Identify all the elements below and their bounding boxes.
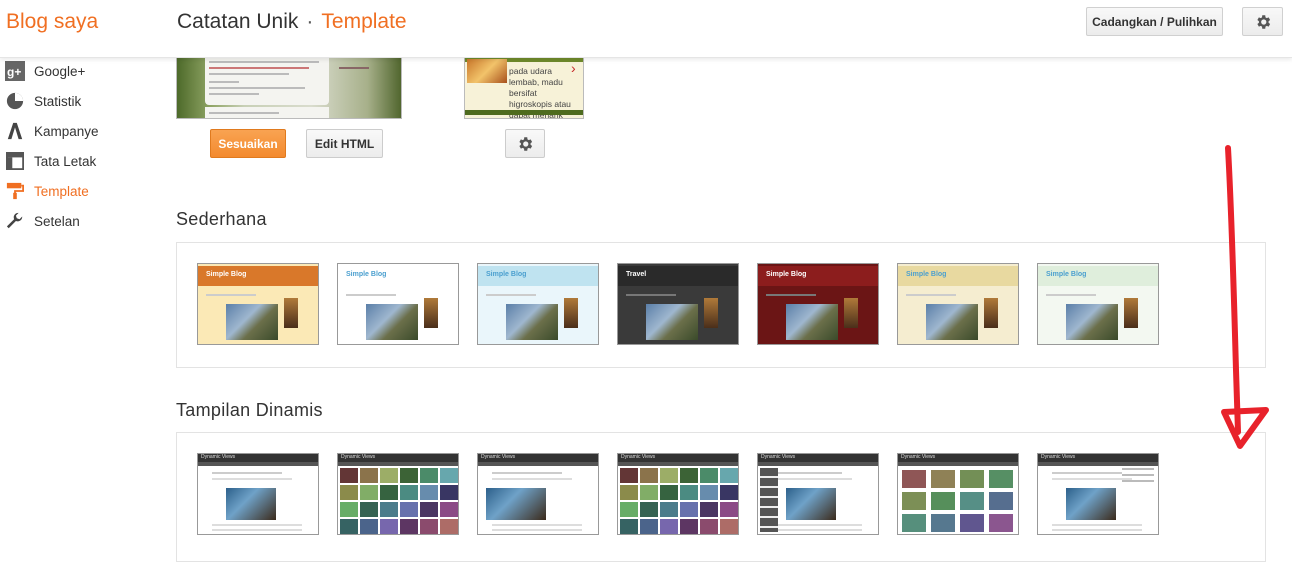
section-title-simple: Sederhana [176, 209, 267, 229]
desktop-template-preview[interactable] [176, 56, 402, 119]
thumb-title: Simple Blog [906, 271, 947, 278]
dynamic-template-thumb[interactable]: Dynamic Views [617, 453, 739, 535]
sidebar-item-template[interactable]: Template [5, 179, 89, 203]
sidebar-item-label: Google+ [34, 63, 86, 79]
thumb-sidebar-photo [984, 298, 998, 328]
paint-roller-icon [5, 181, 25, 201]
thumb-photo [786, 304, 838, 340]
dynamic-templates-panel: Dynamic Views Dynamic Views Dynamic Views D… [176, 432, 1266, 562]
dynamic-template-thumb[interactable]: Dynamic Views [477, 453, 599, 535]
gear-icon [519, 136, 533, 151]
breadcrumb-current: Template [321, 10, 407, 33]
sidebar-item-label: Template [34, 183, 89, 199]
thumb-title: Dynamic Views [761, 454, 796, 460]
thumb-title: Dynamic Views [481, 454, 516, 460]
breadcrumb-blog[interactable]: Catatan Unik [177, 10, 298, 33]
thumb-photo [486, 488, 546, 520]
breadcrumb: Catatan Unik · Template [177, 10, 407, 34]
breadcrumb-separator: · [306, 10, 314, 33]
wrench-icon [5, 211, 25, 231]
sidebar-item-label: Kampanye [34, 123, 99, 139]
sidebar-item-label: Statistik [34, 93, 82, 109]
red-arrow-annotation [1221, 145, 1269, 449]
thumb-title: Simple Blog [346, 271, 387, 278]
thumb-title: Simple Blog [766, 271, 807, 278]
sidebar-item-label: Tata Letak [34, 153, 97, 169]
thumb-title: Dynamic Views [1041, 454, 1076, 460]
simple-template-thumb[interactable]: Simple Blog [197, 263, 319, 345]
thumb-title: Dynamic Views [201, 454, 236, 460]
simple-template-thumb[interactable]: Simple Blog [337, 263, 459, 345]
dynamic-template-thumb[interactable]: Dynamic Views [337, 453, 459, 535]
dynamic-template-thumb[interactable]: Dynamic Views [1037, 453, 1159, 535]
layout-icon [5, 151, 25, 171]
svg-text:g+: g+ [7, 65, 21, 79]
thumb-photo [786, 488, 836, 520]
thumb-sidebar-photo [424, 298, 438, 328]
pie-chart-icon [5, 91, 25, 111]
thumb-photo [226, 304, 278, 340]
thumb-photo [506, 304, 558, 340]
google-plus-icon: g+ [5, 61, 25, 81]
edit-html-button[interactable]: Edit HTML [306, 129, 383, 158]
thumb-photo [366, 304, 418, 340]
thumb-sidebar-photo [284, 298, 298, 328]
simple-template-thumb[interactable]: Simple Blog [757, 263, 879, 345]
top-header: Blog saya Catatan Unik · Template Cadangka… [0, 0, 1292, 58]
simple-template-thumb[interactable]: Travel [617, 263, 739, 345]
sidebar-item-settings[interactable]: Setelan [5, 209, 80, 233]
thumb-title: Dynamic Views [901, 454, 936, 460]
chevron-right-icon: › [571, 60, 576, 76]
thumb-photo [646, 304, 698, 340]
thumb-sidebar-photo [1124, 298, 1138, 328]
mobile-settings-button[interactable] [505, 129, 545, 158]
thumb-title: Travel [626, 271, 647, 278]
customize-button[interactable]: Sesuaikan [210, 129, 286, 158]
adwords-icon [5, 121, 25, 141]
thumb-title: Dynamic Views [341, 454, 376, 460]
sidebar-item-layout[interactable]: Tata Letak [5, 149, 96, 173]
mobile-template-preview[interactable]: pada udara lembab, madu bersifat higrosk… [464, 56, 584, 119]
simple-templates-panel: Simple Blog Simple Blog Simple Blog Travel S… [176, 242, 1266, 368]
thumb-sidebar-photo [704, 298, 718, 328]
dynamic-template-thumb[interactable]: Dynamic Views [897, 453, 1019, 535]
thumb-sidebar-photo [844, 298, 858, 328]
thumb-photo [226, 488, 276, 520]
thumb-photo [926, 304, 978, 340]
thumb-title: Dynamic Views [621, 454, 656, 460]
sidebar-item-google-plus[interactable]: g+ Google+ [5, 59, 85, 83]
thumb-title: Simple Blog [486, 271, 527, 278]
sidebar-item-label: Setelan [34, 213, 80, 229]
simple-template-thumb[interactable]: Simple Blog [477, 263, 599, 345]
preview-post-card [205, 57, 329, 105]
dynamic-template-thumb[interactable]: Dynamic Views [757, 453, 879, 535]
sidebar-item-stats[interactable]: Statistik [5, 89, 81, 113]
section-title-dynamic: Tampilan Dinamis [176, 400, 323, 420]
preview-post-card [205, 107, 329, 118]
gear-icon [1256, 14, 1270, 29]
thumb-sidebar-photo [564, 298, 578, 328]
sidebar-item-campaign[interactable]: Kampanye [5, 119, 99, 143]
brand-title[interactable]: Blog saya [6, 10, 98, 34]
thumb-title: Simple Blog [1046, 271, 1087, 278]
settings-button[interactable] [1242, 7, 1283, 36]
simple-template-thumb[interactable]: Simple Blog [897, 263, 1019, 345]
backup-restore-button[interactable]: Cadangkan / Pulihkan [1086, 7, 1223, 36]
simple-template-thumb[interactable]: Simple Blog [1037, 263, 1159, 345]
thumb-photo [1066, 304, 1118, 340]
thumb-photo [1066, 488, 1116, 520]
dynamic-template-thumb[interactable]: Dynamic Views [197, 453, 319, 535]
thumb-title: Simple Blog [206, 271, 247, 278]
